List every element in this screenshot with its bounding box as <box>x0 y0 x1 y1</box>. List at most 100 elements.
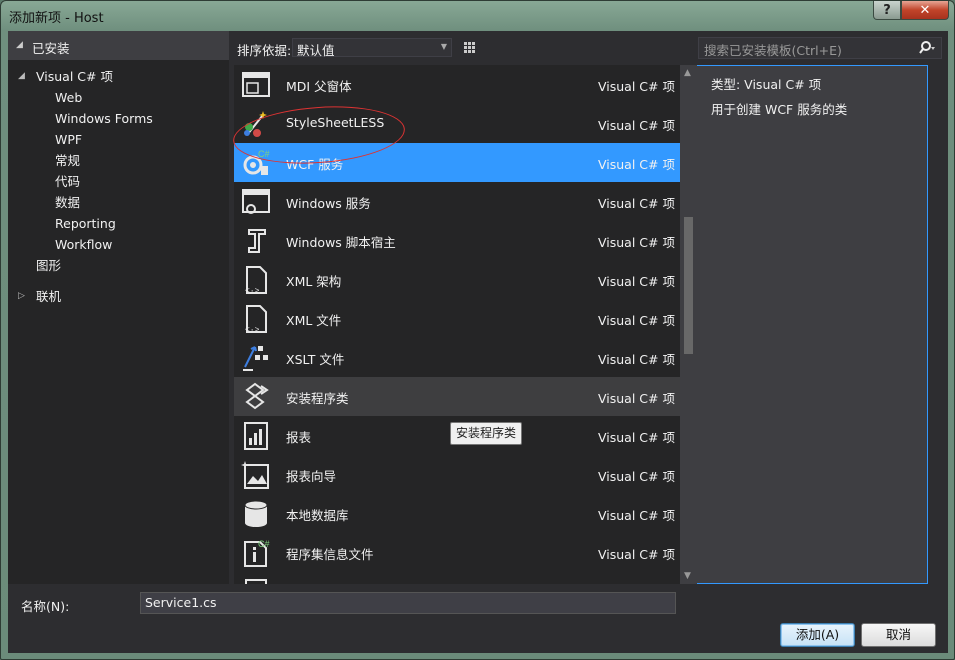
local-database-icon <box>241 499 271 529</box>
tree-item-label: 联机 <box>36 289 62 304</box>
template-row[interactable]: 本地数据库 Visual C# 项 <box>234 494 680 533</box>
template-name: WCF 服务 <box>286 157 344 172</box>
sort-dropdown[interactable]: 默认值 ▼ <box>292 38 452 58</box>
tree-item[interactable]: Workflow <box>55 235 112 255</box>
xml-schema-icon: <·> <box>241 265 271 296</box>
scroll-down-icon[interactable]: ▼ <box>684 571 691 581</box>
description: 用于创建 WCF 服务的类 <box>711 102 848 117</box>
template-type: Visual C# 项 <box>598 547 675 562</box>
details-panel: 类型: Visual C# 项 用于创建 WCF 服务的类 <box>711 72 847 122</box>
tree-item[interactable]: Reporting <box>55 214 116 234</box>
grid-icon <box>464 42 475 53</box>
add-new-item-dialog: 添加新项 - Host ? ✕ ◢ 已安装 Visual C# 项 ◢ Web Win… <box>0 0 955 660</box>
tree-item-label: 常规 <box>55 153 81 168</box>
assembly-info-icon: C# <box>241 538 271 568</box>
tree-item-label: WPF <box>55 132 83 147</box>
search-placeholder: 搜索已安装模板(Ctrl+E) <box>704 43 842 58</box>
tree-item-label: 数据 <box>55 195 81 210</box>
template-name: XML 架构 <box>286 274 342 289</box>
tree-item-label: Web <box>55 90 83 105</box>
svg-text:C#: C# <box>258 149 270 159</box>
script-host-icon <box>241 226 271 256</box>
tree-item[interactable]: 常规 <box>55 151 80 171</box>
template-row[interactable]: 安装程序类 Visual C# 项 <box>234 377 680 416</box>
sort-value: 默认值 <box>297 43 335 58</box>
template-name: 安装程序类 <box>286 391 349 406</box>
template-row[interactable]: Windows 脚本宿主 Visual C# 项 <box>234 221 680 260</box>
template-type: Visual C# 项 <box>598 196 675 211</box>
windows-service-icon <box>241 187 271 217</box>
template-type: Visual C# 项 <box>598 508 675 523</box>
tree-item[interactable]: Windows Forms <box>55 109 153 129</box>
template-row[interactable]: Windows 服务 Visual C# 项 <box>234 182 680 221</box>
search-box[interactable]: 搜索已安装模板(Ctrl+E) <box>698 37 942 59</box>
template-type: Visual C# 项 <box>598 79 675 94</box>
expanded-triangle-icon: ◢ <box>16 40 23 50</box>
chevron-down-icon: ▼ <box>440 42 447 51</box>
template-name: 程序集信息文件 <box>286 547 374 562</box>
tree-item-label: Visual C# 项 <box>36 69 113 84</box>
collapsed-triangle-icon[interactable]: ▷ <box>18 291 25 301</box>
close-button[interactable]: ✕ <box>901 1 949 20</box>
type-line: 类型: Visual C# 项 <box>711 77 822 92</box>
template-row[interactable]: StyleSheetLESS Visual C# 项 <box>234 104 680 143</box>
expanded-triangle-icon[interactable]: ◢ <box>18 71 25 81</box>
help-button[interactable]: ? <box>873 1 901 20</box>
template-row[interactable]: <·> XML 文件 Visual C# 项 <box>234 299 680 338</box>
template-type: Visual C# 项 <box>598 391 675 406</box>
template-row-partial[interactable] <box>234 572 680 584</box>
add-button[interactable]: 添加(A) <box>780 623 855 647</box>
installer-class-icon <box>241 382 271 412</box>
cancel-button[interactable]: 取消 <box>861 623 936 647</box>
template-name: XSLT 文件 <box>286 352 345 367</box>
scrollbar-thumb[interactable] <box>684 217 693 354</box>
tree-item[interactable]: 数据 <box>55 193 80 213</box>
template-type: Visual C# 项 <box>598 469 675 484</box>
template-row[interactable]: <·> XML 架构 Visual C# 项 <box>234 260 680 299</box>
template-row[interactable]: XSLT 文件 Visual C# 项 <box>234 338 680 377</box>
template-name: 报表向导 <box>286 469 337 484</box>
tree-item[interactable]: Web <box>55 88 82 108</box>
mdi-parent-form-icon <box>241 70 271 100</box>
tree-item-label: Reporting <box>55 216 116 231</box>
template-row[interactable]: MDI 父窗体 Visual C# 项 <box>234 65 680 104</box>
dialog-client: ◢ 已安装 Visual C# 项 ◢ Web Windows Forms WPF 常规代… <box>8 31 948 653</box>
category-panel: ◢ 已安装 Visual C# 项 ◢ Web Windows Forms WPF 常规代… <box>8 31 229 584</box>
small-icons-view-button[interactable] <box>459 37 479 57</box>
tree-item-label: 图形 <box>36 258 62 273</box>
scroll-up-icon[interactable]: ▲ <box>684 68 691 78</box>
tree-item-label: 代码 <box>55 174 81 189</box>
name-input[interactable]: Service1.cs <box>140 592 676 614</box>
template-name: Windows 服务 <box>286 196 371 211</box>
xml-file-icon: <·> <box>241 304 271 335</box>
stylesheet-icon <box>241 109 271 139</box>
tooltip: 安装程序类 <box>450 422 523 445</box>
tree-item[interactable]: 联机 <box>36 287 61 307</box>
tree-item-label: Workflow <box>55 237 113 252</box>
tree-item[interactable]: WPF <box>55 130 82 150</box>
wcf-service-icon: C# <box>241 148 271 178</box>
template-name: 本地数据库 <box>286 508 349 523</box>
template-type: Visual C# 项 <box>598 274 675 289</box>
title-bar[interactable]: 添加新项 - Host ? ✕ <box>1 1 954 31</box>
template-type: Visual C# 项 <box>598 352 675 367</box>
template-name: 报表 <box>286 430 312 445</box>
template-name: Windows 脚本宿主 <box>286 235 396 250</box>
template-name: MDI 父窗体 <box>286 79 352 94</box>
template-row[interactable]: 报表向导 Visual C# 项 <box>234 455 680 494</box>
name-label: 名称(N): <box>21 599 70 614</box>
template-row[interactable]: C# WCF 服务 Visual C# 项 <box>234 143 680 182</box>
tree-item[interactable]: 代码 <box>55 172 80 192</box>
tree-item[interactable]: 图形 <box>36 256 61 276</box>
tree-item[interactable]: Visual C# 项 <box>36 67 113 87</box>
installed-label: 已安装 <box>32 41 70 56</box>
sort-label: 排序依据: <box>237 43 292 58</box>
template-list: MDI 父窗体 Visual C# 项 StyleSheetLESS Visual C… <box>234 65 680 584</box>
search-icon[interactable] <box>917 39 937 57</box>
vertical-scrollbar[interactable]: ▲ ▼ <box>680 65 697 584</box>
tree-item-label: Windows Forms <box>55 111 153 126</box>
template-row[interactable]: C# 程序集信息文件 Visual C# 项 <box>234 533 680 572</box>
installed-header[interactable]: ◢ 已安装 <box>8 31 229 60</box>
xslt-file-icon <box>241 343 271 373</box>
template-name: XML 文件 <box>286 313 342 328</box>
